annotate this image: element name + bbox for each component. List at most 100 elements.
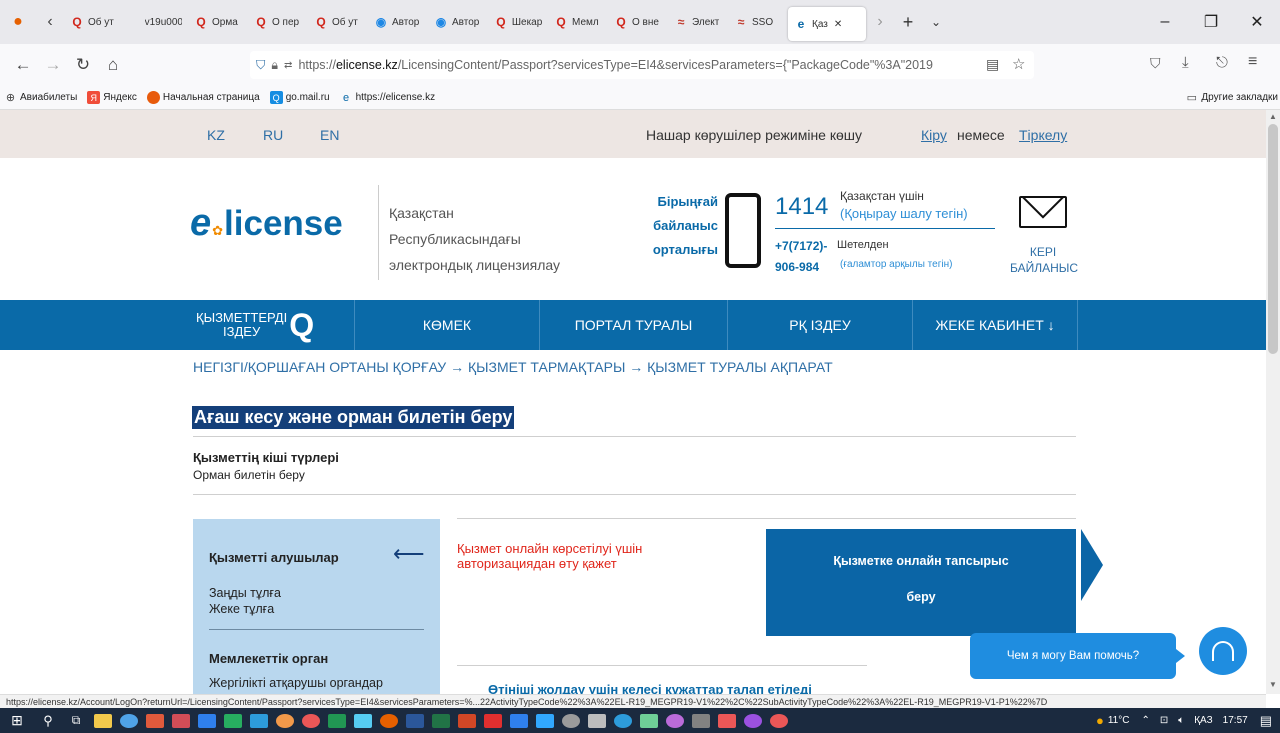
nav-about-portal[interactable]: ПОРТАЛ ТУРАЛЫ [540,300,728,350]
browser-tab[interactable]: Q Об ут [64,5,124,39]
app-icon-blue[interactable] [198,713,216,728]
task-view-icon[interactable]: ⧉ [62,713,90,728]
reader-view-icon[interactable]: ▤ [986,56,999,73]
telegram-icon[interactable] [614,713,632,728]
lang-ru-link[interactable]: RU [263,127,283,143]
browser-tab[interactable]: ≈ Элект [668,5,728,39]
order-arrow-icon[interactable] [1081,529,1103,601]
mail-icon[interactable] [510,713,528,728]
page-scrollbar[interactable]: ▲ ▼ [1266,110,1280,694]
restore-window-icon[interactable]: ❐ [1188,12,1234,32]
tray-expand-icon[interactable]: ⌃ [1141,715,1149,726]
powerpoint-icon[interactable] [458,713,476,728]
app-menu-icon[interactable]: ≡ [1248,53,1257,71]
tab-scroll-right-icon[interactable]: › [866,13,894,31]
nav-personal-cabinet[interactable]: ЖЕКЕ КАБИНЕТ ↓ [913,300,1078,350]
network-icon[interactable]: ⊡ [1160,715,1168,726]
close-window-icon[interactable]: ✕ [1234,12,1280,32]
register-link[interactable]: Тіркелу [1019,127,1067,143]
nav-help[interactable]: КӨМЕК [355,300,540,350]
feedback-link[interactable]: КЕРІ БАЙЛАНЫС [1010,244,1078,276]
arrow-left-icon[interactable]: ⟵ [393,541,425,567]
browser-tab[interactable]: Q Орма [188,5,248,39]
url-bar[interactable]: ⛉ 🔒︎ ⇄ https://elicense.kz/LicensingCont… [250,51,1034,79]
app-icon-red-2[interactable] [172,713,190,728]
volume-icon[interactable]: 🔈︎ [1178,715,1184,726]
lang-en-link[interactable]: EN [320,127,339,143]
tab-scroll-left-icon[interactable]: ‹ [36,13,64,31]
lock-icon[interactable]: 🔒︎ [271,58,278,73]
scroll-down-icon[interactable]: ▼ [1269,680,1277,689]
browser-tab[interactable]: e Қаз ✕ [788,7,866,41]
file-explorer-icon[interactable] [94,713,112,728]
scrollbar-thumb[interactable] [1268,124,1278,354]
photoshop-icon[interactable] [536,713,554,728]
breadcrumb[interactable]: НЕГІЗГІ/ҚОРШАҒАН ОРТАНЫ ҚОРҒАУ → ҚЫЗМЕТ … [193,359,833,375]
bookmark-yandex[interactable]: Я Яндекс [87,91,137,104]
downloads-icon[interactable]: ⤓ [1182,54,1189,71]
firefox-icon[interactable] [380,713,398,728]
app-icon-green[interactable] [224,713,242,728]
other-bookmarks[interactable]: ▭ Другие закладки [1185,91,1278,104]
scroll-up-icon[interactable]: ▲ [1269,112,1277,121]
close-tab-icon[interactable]: ✕ [834,19,842,30]
firefox-menu-icon[interactable]: ● [0,13,36,31]
excel-icon[interactable] [432,713,450,728]
chat-support-button[interactable] [1199,627,1247,675]
forward-icon[interactable]: → [38,55,68,75]
share-icon[interactable]: ⎋ [1216,54,1228,71]
browser-tab[interactable]: Q О вне [608,5,668,39]
browser-tab[interactable]: Q Мемл [548,5,608,39]
app-icon-red-3[interactable] [718,713,736,728]
app-icon-grey[interactable] [562,713,580,728]
weather-temp[interactable]: 11°C [1108,715,1130,726]
home-icon[interactable]: ⌂ [98,55,128,75]
chat-prompt-bubble[interactable]: Чем я могу Вам помочь? [970,633,1176,679]
app-icon-purple-2[interactable] [744,713,762,728]
feedback-envelope-icon[interactable] [1019,196,1067,228]
opera-icon[interactable] [302,713,320,728]
pdf-reader-icon[interactable] [484,713,502,728]
pocket-icon[interactable]: ⛉ [1150,55,1161,72]
reload-icon[interactable]: ↻ [68,55,98,75]
nav-registry-search[interactable]: РҚ ІЗДЕУ [728,300,913,350]
browser-tab[interactable]: Q Шекар [488,5,548,39]
browser-tab[interactable]: Q О пер [248,5,308,39]
browser-tab[interactable]: Q Об ут [308,5,368,39]
bookmark-star-icon[interactable]: ☆ [1012,55,1025,73]
browser-tab[interactable]: ◉ Автор [368,5,428,39]
back-icon[interactable]: ← [8,55,38,75]
lang-kz-link[interactable]: KZ [207,127,225,143]
browser-tab[interactable]: ◉ Автор [428,5,488,39]
notifications-icon[interactable]: ▤ [1260,713,1272,729]
app-icon-grey-2[interactable] [588,713,606,728]
windows-start-icon[interactable]: ⊞ [0,712,34,729]
login-link[interactable]: Кіру [921,127,947,143]
app-icon-green-2[interactable] [328,713,346,728]
nav-search-services[interactable]: ҚЫЗМЕТТЕРДІ ІЗДЕУ Q [190,300,355,350]
app-icon-green-3[interactable] [640,713,658,728]
app-icon-cyan[interactable] [354,713,372,728]
word-icon[interactable] [406,713,424,728]
tab-list-dropdown-icon[interactable]: ⌄ [922,15,950,29]
weather-icon[interactable]: ● [1096,713,1104,728]
app-icon-blue-2[interactable] [250,713,268,728]
clock[interactable]: 17:57 [1223,715,1248,726]
bookmark-avia[interactable]: ⊕ Авиабилеты [4,91,77,104]
opera-icon-2[interactable] [770,713,788,728]
new-tab-icon[interactable]: + [894,12,922,33]
site-logo[interactable]: e ✿ license [190,202,343,245]
order-online-button[interactable]: Қызметке онлайн тапсырыс беру [766,529,1076,636]
app-icon-red[interactable] [146,713,164,728]
app-icon-purple[interactable] [666,713,684,728]
permissions-icon[interactable]: ⇄ [284,60,292,71]
bookmark-start[interactable]: Начальная страница [146,91,260,104]
app-icon-orange[interactable] [276,713,294,728]
minimize-window-icon[interactable]: – [1142,13,1188,31]
browser-tab[interactable]: v19u00052 [124,5,188,39]
low-vision-mode-link[interactable]: Нашар көрушілер режиміне көшу [646,127,862,143]
input-language[interactable]: ҚАЗ [1194,715,1212,726]
app-icon-grey-3[interactable] [692,713,710,728]
edge-icon[interactable] [120,713,138,728]
bookmark-elicense[interactable]: e https://elicense.kz [340,91,435,104]
